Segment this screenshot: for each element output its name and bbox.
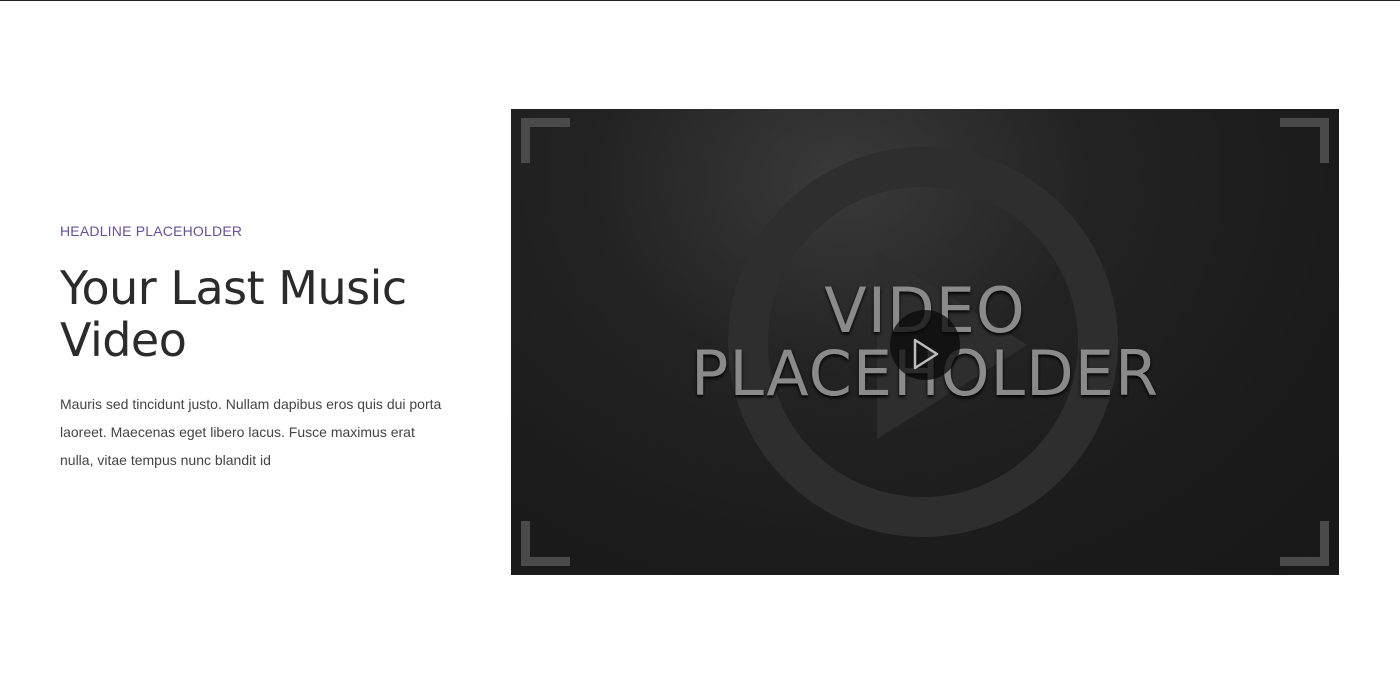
section-description: Mauris sed tincidunt justo. Nullam dapib… — [60, 396, 442, 468]
frame-corner-top-right — [1280, 118, 1329, 163]
frame-corner-bottom-left — [521, 521, 570, 566]
frame-corner-top-left — [521, 118, 570, 163]
music-video-section: HEADLINE PLACEHOLDER Your Last Music Vid… — [0, 0, 1400, 688]
top-divider — [0, 0, 1400, 1]
text-column: HEADLINE PLACEHOLDER Your Last Music Vid… — [60, 222, 450, 474]
play-button[interactable] — [890, 310, 960, 380]
play-icon — [913, 338, 939, 370]
section-title: Your Last Music Video — [60, 261, 407, 367]
video-player[interactable]: VIDEO PLACEHOLDER — [511, 109, 1339, 575]
frame-corner-bottom-right — [1280, 521, 1329, 566]
headline-eyebrow: HEADLINE PLACEHOLDER — [60, 223, 243, 239]
